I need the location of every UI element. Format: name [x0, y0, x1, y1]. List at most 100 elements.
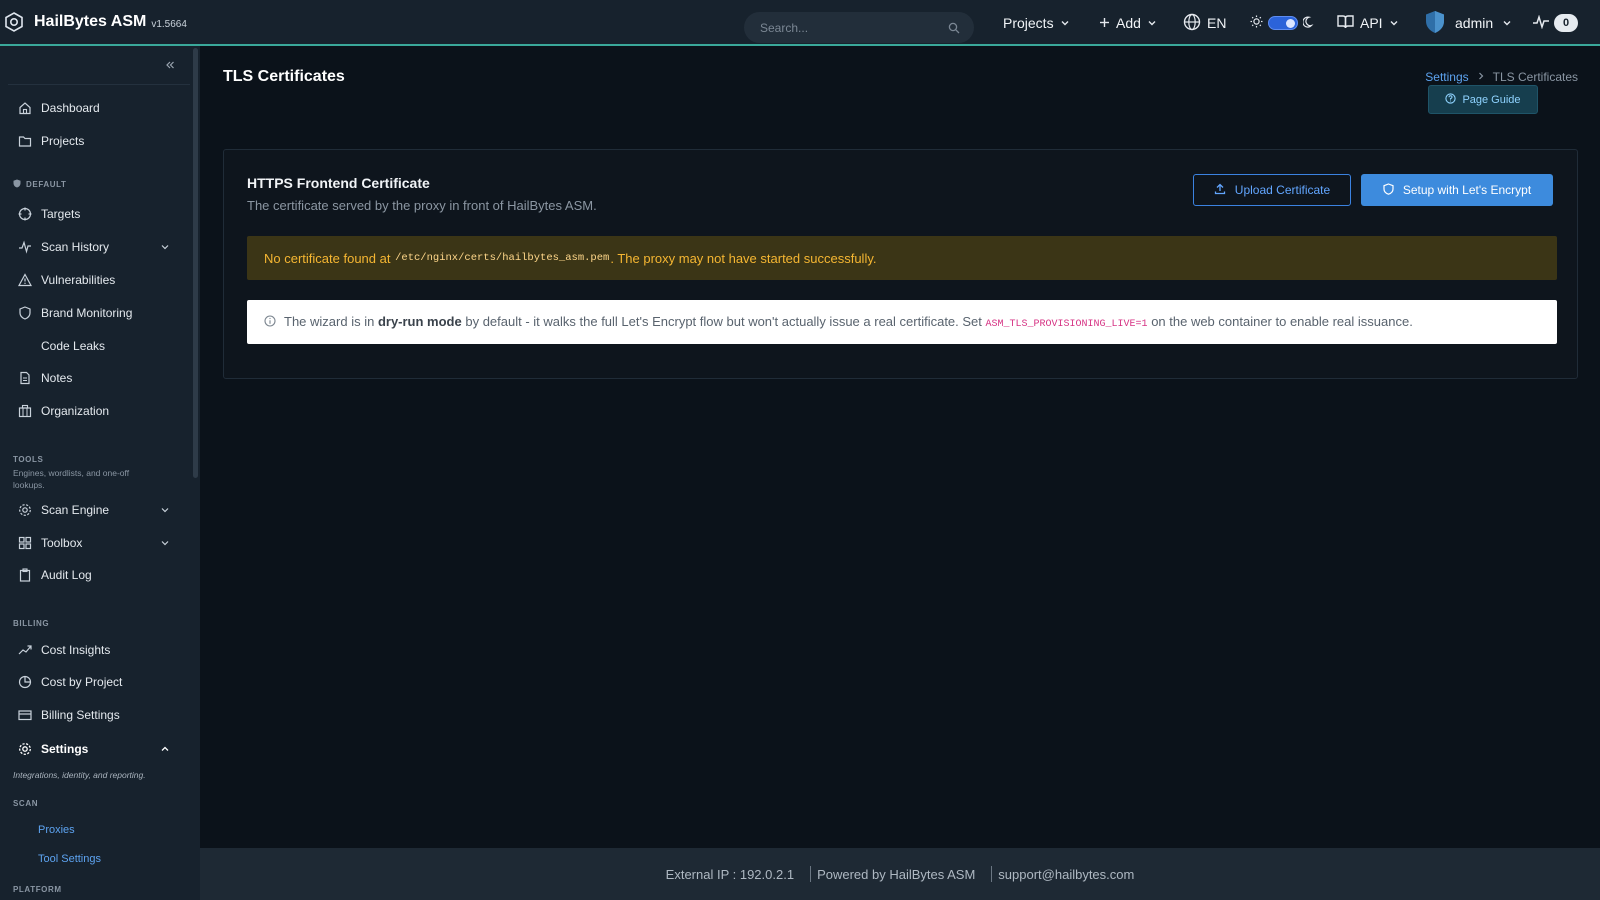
- app-name: HailBytes ASM: [34, 13, 147, 30]
- section-default: DEFAULT: [13, 179, 67, 190]
- sidebar-item-cost-by-project[interactable]: Cost by Project: [0, 667, 190, 697]
- sidebar-item-settings[interactable]: Settings: [0, 734, 190, 764]
- chevron-right-icon: [1477, 71, 1485, 83]
- sidebar-item-brand-monitoring[interactable]: Brand Monitoring: [0, 298, 190, 328]
- credit-card-icon: [18, 708, 32, 722]
- sidebar-item-label: Scan Engine: [41, 503, 110, 517]
- sidebar-item-projects[interactable]: Projects: [0, 126, 190, 156]
- gear-icon: [18, 742, 32, 756]
- api-menu-label: API: [1360, 15, 1383, 31]
- shield-icon: [13, 179, 21, 190]
- section-tools-description: Engines, wordlists, and one-off lookups.: [13, 468, 130, 490]
- sidebar-scrollbar[interactable]: [193, 48, 198, 478]
- sidebar-item-cost-insights[interactable]: Cost Insights: [0, 635, 190, 665]
- sidebar-item-label: Code Leaks: [41, 339, 106, 353]
- building-icon: [18, 404, 32, 418]
- clipboard-icon: [18, 568, 32, 582]
- sidebar-item-vulnerabilities[interactable]: Vulnerabilities: [0, 265, 190, 295]
- sidebar-item-dashboard[interactable]: Dashboard: [0, 93, 190, 123]
- grid-icon: [18, 536, 32, 550]
- activity-indicator[interactable]: 0: [1532, 0, 1578, 46]
- activity-count-badge: 0: [1554, 14, 1578, 32]
- sidebar-item-targets[interactable]: Targets: [0, 199, 190, 229]
- env-variable: ASM_TLS_PROVISIONING_LIVE=1: [985, 319, 1148, 330]
- sidebar-item-code-leaks[interactable]: Code Leaks: [0, 331, 190, 361]
- sun-icon: [1250, 15, 1263, 31]
- sidebar-item-billing-settings[interactable]: Billing Settings: [0, 700, 190, 730]
- chevron-down-icon: [160, 505, 170, 515]
- sidebar-item-toolbox[interactable]: Toolbox: [0, 528, 190, 558]
- sidebar-item-notes[interactable]: Notes: [0, 363, 190, 393]
- help-circle-icon: [1445, 92, 1457, 107]
- language-selector[interactable]: EN: [1183, 0, 1226, 46]
- footer-divider: [810, 866, 812, 882]
- page-guide-button[interactable]: Page Guide: [1428, 85, 1538, 114]
- sidebar-item-organization[interactable]: Organization: [0, 396, 190, 426]
- gear-icon: [18, 503, 32, 517]
- section-platform: PLATFORM: [13, 885, 62, 894]
- chevron-down-icon: [160, 538, 170, 548]
- info-suffix: on the web container to enable real issu…: [1151, 314, 1413, 329]
- activity-pulse-icon: [1532, 14, 1550, 32]
- search-box[interactable]: [744, 12, 974, 43]
- sidebar-item-scan-history[interactable]: Scan History: [0, 232, 190, 262]
- page-guide-label: Page Guide: [1462, 93, 1521, 106]
- sidebar-item-label: Scan History: [41, 240, 110, 254]
- home-icon: [18, 101, 32, 115]
- crosshair-icon: [18, 207, 32, 221]
- projects-menu[interactable]: Projects: [1003, 0, 1070, 46]
- sidebar-item-audit-log[interactable]: Audit Log: [0, 560, 190, 590]
- upload-certificate-button[interactable]: Upload Certificate: [1193, 174, 1351, 206]
- breadcrumb-settings-link[interactable]: Settings: [1425, 70, 1468, 84]
- warning-triangle-icon: [18, 273, 32, 287]
- api-menu[interactable]: API: [1337, 0, 1399, 46]
- warning-prefix: No certificate found at: [264, 250, 391, 266]
- sidebar-item-scan-engine[interactable]: Scan Engine: [0, 495, 190, 525]
- sidebar-item-label: Cost by Project: [41, 675, 123, 689]
- external-ip: External IP : 192.0.2.1: [665, 866, 795, 882]
- setup-letsencrypt-label: Setup with Let's Encrypt: [1402, 183, 1532, 197]
- info-middle: by default - it walks the full Let's Enc…: [465, 314, 982, 329]
- projects-menu-label: Projects: [1003, 15, 1054, 31]
- search-icon[interactable]: [948, 22, 960, 34]
- card-subtitle: The certificate served by the proxy in f…: [247, 198, 597, 213]
- moon-icon: [1302, 15, 1315, 31]
- sidebar-item-label: Billing Settings: [41, 708, 120, 722]
- search-input[interactable]: [760, 20, 948, 35]
- username: admin: [1455, 15, 1494, 31]
- sidebar-item-label: Vulnerabilities: [41, 273, 116, 287]
- settings-description: Integrations, identity, and reporting.: [13, 770, 146, 780]
- brand[interactable]: HailBytes ASM v1.5664: [0, 12, 187, 32]
- chevron-down-icon: [1060, 18, 1070, 28]
- card-title: HTTPS Frontend Certificate: [247, 175, 430, 191]
- chevron-down-icon: [1502, 18, 1512, 28]
- user-menu[interactable]: admin: [1424, 0, 1512, 46]
- chevron-down-icon: [1389, 18, 1399, 28]
- info-prefix: The wizard is in: [284, 314, 375, 329]
- powered-by: Powered by HailBytes ASM: [817, 866, 976, 882]
- sidebar-item-label: Cost Insights: [41, 643, 111, 657]
- sidebar-subitem-tool-settings[interactable]: Tool Settings: [38, 853, 101, 865]
- add-menu-label: Add: [1116, 15, 1141, 31]
- activity-icon: [18, 240, 32, 254]
- setup-letsencrypt-button[interactable]: Setup with Let's Encrypt: [1361, 174, 1553, 206]
- sidebar-divider: [8, 84, 190, 85]
- chevron-down-icon: [160, 242, 170, 252]
- theme-switcher[interactable]: [1250, 0, 1315, 46]
- collapse-sidebar-button[interactable]: [162, 58, 178, 74]
- dry-run-mode-text: dry-run mode: [377, 314, 462, 329]
- page-title: TLS Certificates: [223, 68, 345, 85]
- user-avatar-shield-icon: [1424, 10, 1446, 37]
- double-chevron-left-icon: [165, 57, 175, 75]
- chevron-up-icon: [160, 744, 170, 754]
- add-menu[interactable]: Add: [1099, 0, 1157, 46]
- theme-toggle[interactable]: [1268, 16, 1298, 30]
- warning-suffix: . The proxy may not have started success…: [610, 250, 877, 266]
- top-bar: HailBytes ASM v1.5664 Projects Add EN AP…: [0, 0, 1600, 46]
- breadcrumb-current: TLS Certificates: [1492, 70, 1578, 84]
- sidebar-subitem-proxies[interactable]: Proxies: [38, 824, 75, 836]
- book-icon: [1337, 14, 1354, 32]
- support-email-link[interactable]: support@hailbytes.com: [998, 867, 1134, 882]
- sidebar-item-label: Dashboard: [41, 101, 100, 115]
- upload-certificate-label: Upload Certificate: [1234, 183, 1331, 197]
